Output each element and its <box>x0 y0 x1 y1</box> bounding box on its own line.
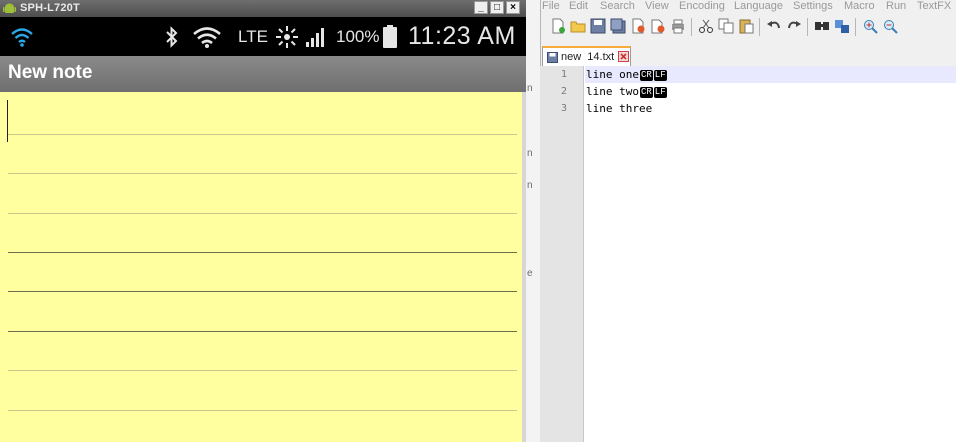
ruled-line <box>8 134 517 135</box>
line-number: 3 <box>560 103 567 114</box>
status-clock: 11:23 AM <box>408 22 516 50</box>
menu-macro[interactable]: Macro <box>844 0 875 12</box>
ruled-line <box>8 331 517 332</box>
code-line-text: line three <box>586 102 652 115</box>
emulator-window: SPH-L720T _ □ × LTE 100% 11:23 AM New no… <box>0 0 526 442</box>
note-title: New note <box>8 62 93 83</box>
menu-edit[interactable]: Edit <box>569 0 588 12</box>
undo-icon[interactable] <box>766 18 782 34</box>
note-editor[interactable] <box>0 92 526 442</box>
battery-icon <box>383 24 397 48</box>
code-line[interactable]: line one CR LF <box>585 66 956 83</box>
menu-search[interactable]: Search <box>600 0 635 12</box>
bluetooth-icon <box>166 25 178 48</box>
toolbar-separator <box>691 18 692 36</box>
notepad-window: n n n e File Edit Search View Encoding L… <box>526 0 956 442</box>
ruled-line <box>8 370 517 371</box>
line-number: 1 <box>560 69 567 80</box>
toolbar <box>540 15 956 41</box>
window-behind-strip: n n n e <box>526 0 541 442</box>
toolbar-separator <box>855 18 856 36</box>
tab-bar: new 14.txt <box>540 44 956 67</box>
signal-icon <box>306 27 324 47</box>
android-icon <box>3 3 16 13</box>
code-area[interactable]: line one CR LF line two CR LF line three <box>585 66 956 442</box>
strip-char: n <box>527 180 533 191</box>
paste-icon[interactable] <box>738 18 754 34</box>
tab-new-14[interactable]: new 14.txt <box>542 46 631 67</box>
line-content: line one <box>586 68 639 81</box>
line-number: 2 <box>560 86 567 97</box>
tab-label: new 14.txt <box>561 51 615 63</box>
print-icon[interactable] <box>670 18 686 34</box>
battery-percent: 100% <box>336 26 380 46</box>
ruled-line <box>8 213 517 214</box>
save-icon[interactable] <box>590 18 606 34</box>
replace-icon[interactable] <box>834 18 850 34</box>
eol-marker-cr: CR <box>639 87 653 98</box>
copy-icon[interactable] <box>718 18 734 34</box>
tab-close-icon[interactable] <box>618 51 629 62</box>
code-line[interactable]: line two CR LF <box>585 83 956 100</box>
redo-icon[interactable] <box>786 18 802 34</box>
find-icon[interactable] <box>814 18 830 34</box>
ruled-line <box>8 252 517 253</box>
open-file-icon[interactable] <box>570 18 586 34</box>
emulator-title: SPH-L720T <box>20 2 80 14</box>
line-content: line three <box>586 102 653 115</box>
save-all-icon[interactable] <box>610 18 626 34</box>
menu-encoding[interactable]: Encoding <box>679 0 725 12</box>
line-number-gutter: 1 2 3 <box>540 66 584 442</box>
code-line-text: line one CR LF <box>586 68 667 81</box>
ruled-line <box>8 410 517 411</box>
cut-icon[interactable] <box>698 18 714 34</box>
menu-textfx[interactable]: TextFX <box>917 0 951 12</box>
menu-bar: File Edit Search View Encoding Language … <box>540 0 956 13</box>
wifi-calling-icon <box>193 26 221 48</box>
text-editor[interactable]: 123 line one CR LF line two CR LF line three <box>540 66 956 442</box>
ruled-line <box>8 291 517 292</box>
menu-language[interactable]: Language <box>734 0 783 12</box>
strip-char: n <box>527 83 533 94</box>
menu-file[interactable]: File <box>542 0 560 12</box>
menu-view[interactable]: View <box>645 0 669 12</box>
eol-marker-cr: CR <box>639 70 653 81</box>
close-icon[interactable] <box>630 18 646 34</box>
strip-char: n <box>527 148 533 159</box>
network-activity-icon <box>276 25 298 48</box>
close-all-icon[interactable] <box>650 18 666 34</box>
minimize-button[interactable]: _ <box>474 1 488 14</box>
strip-char: e <box>527 268 533 279</box>
text-cursor <box>7 100 8 142</box>
menu-run[interactable]: Run <box>886 0 906 12</box>
menu-settings[interactable]: Settings <box>793 0 833 12</box>
eol-marker-lf: LF <box>653 87 667 98</box>
ruled-line <box>8 173 517 174</box>
close-button[interactable]: × <box>506 1 520 14</box>
maximize-button[interactable]: □ <box>490 1 504 14</box>
toolbar-separator <box>759 18 760 36</box>
wifi-icon <box>11 27 33 47</box>
action-bar: New note <box>0 56 526 92</box>
file-save-icon <box>547 52 558 63</box>
phone-status-bar: LTE 100% 11:23 AM <box>0 17 526 56</box>
code-line[interactable]: line three <box>585 100 956 117</box>
new-file-icon[interactable] <box>550 18 566 34</box>
emulator-title-bar: SPH-L720T _ □ × <box>0 0 526 17</box>
zoom-in-icon[interactable] <box>862 18 878 34</box>
eol-marker-lf: LF <box>653 70 667 81</box>
code-line-text: line two CR LF <box>586 85 667 98</box>
line-content: line two <box>586 85 639 98</box>
network-type: LTE <box>238 26 268 46</box>
zoom-out-icon[interactable] <box>882 18 898 34</box>
toolbar-separator <box>807 18 808 36</box>
